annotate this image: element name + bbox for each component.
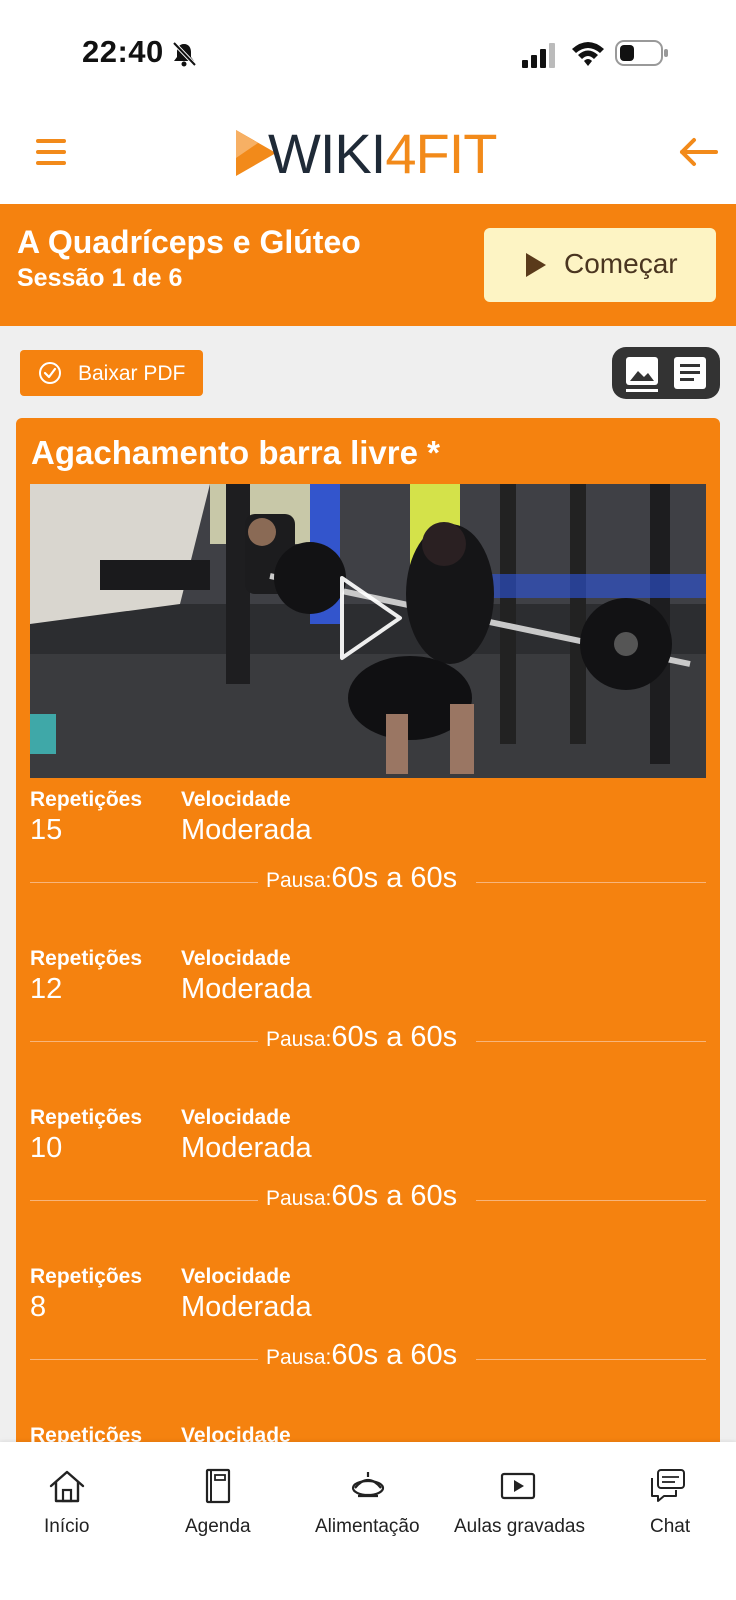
pause-text: Pausa:60s a 60s xyxy=(266,1021,458,1053)
repetitions-value: 10 xyxy=(30,1132,63,1164)
divider xyxy=(476,882,706,883)
bottom-navigation: Início Agenda Alimentação Aulas gravadas xyxy=(0,1442,736,1600)
start-button-label: Começar xyxy=(564,248,678,279)
speed-label: Velocidade xyxy=(181,788,291,811)
speed-label: Velocidade xyxy=(181,947,291,970)
view-mode-toggle xyxy=(612,347,720,399)
repetitions-label: Repetições xyxy=(30,947,143,970)
set-row: Repetições Velocidade 10 Moderada Pausa:… xyxy=(30,1106,706,1266)
divider xyxy=(30,882,258,883)
app-header: WIKI4FIT xyxy=(0,100,736,204)
home-icon xyxy=(49,1470,85,1503)
bell-muted-icon xyxy=(172,41,197,67)
set-row: Repetições Velocidade 12 Moderada Pausa:… xyxy=(30,947,706,1107)
video-icon xyxy=(500,1472,536,1500)
repetitions-value: 15 xyxy=(30,814,63,846)
set-row: Repetições Velocidade 8 Moderada Pausa:6… xyxy=(30,1265,706,1425)
divider xyxy=(476,1200,706,1201)
divider xyxy=(30,1041,258,1042)
session-counter: Sessão 1 de 6 xyxy=(17,264,183,292)
wifi-icon xyxy=(572,42,604,66)
nav-item-agenda[interactable]: Agenda xyxy=(150,1442,284,1562)
nav-label: Agenda xyxy=(185,1516,251,1537)
nav-label: Início xyxy=(44,1516,90,1537)
pause-text: Pausa:60s a 60s xyxy=(266,1339,458,1371)
content-area[interactable]: Baixar PDF Agachamento barra livre * Rep… xyxy=(0,326,736,1442)
speed-value: Moderada xyxy=(181,1291,312,1323)
repetitions-label: Repetições xyxy=(30,788,143,811)
speed-value: Moderada xyxy=(181,1132,312,1164)
divider xyxy=(30,1200,258,1201)
download-pdf-label: Baixar PDF xyxy=(78,362,186,385)
speed-value: Moderada xyxy=(181,814,312,846)
nav-label: Aulas gravadas xyxy=(454,1516,585,1537)
food-icon xyxy=(351,1472,385,1498)
download-pdf-button[interactable]: Baixar PDF xyxy=(20,350,203,396)
start-button[interactable]: Começar xyxy=(484,228,716,302)
battery-icon xyxy=(615,40,668,66)
image-view-icon[interactable] xyxy=(624,355,660,393)
check-circle-icon xyxy=(39,362,61,384)
status-time: 22:40 xyxy=(82,34,164,69)
exercise-title: Agachamento barra livre * xyxy=(31,434,440,471)
exercise-card: Agachamento barra livre * Repetições Vel… xyxy=(16,418,720,1442)
logo-text: WIKI4FIT xyxy=(268,122,497,185)
video-thumbnail xyxy=(30,484,706,778)
back-arrow-icon[interactable] xyxy=(676,130,722,174)
notebook-icon xyxy=(205,1468,231,1504)
chat-icon xyxy=(651,1469,685,1502)
app-logo: WIKI4FIT xyxy=(232,124,512,184)
speed-label: Velocidade xyxy=(181,1106,291,1129)
nav-item-alimentacao[interactable]: Alimentação xyxy=(300,1442,436,1562)
exercise-video[interactable] xyxy=(30,484,706,778)
speed-value: Moderada xyxy=(181,973,312,1005)
nav-label: Alimentação xyxy=(315,1516,420,1537)
set-row: Repetições Velocidade 15 Moderada Pausa:… xyxy=(30,788,706,948)
speed-label: Velocidade xyxy=(181,1424,291,1442)
workout-title: A Quadríceps e Glúteo xyxy=(17,224,361,260)
pause-row: Pausa:60s a 60s xyxy=(30,862,706,902)
signal-icon xyxy=(522,43,555,68)
divider xyxy=(30,1359,258,1360)
repetitions-label: Repetições xyxy=(30,1265,143,1288)
repetitions-label: Repetições xyxy=(30,1106,143,1129)
set-row: Repetições Velocidade xyxy=(30,1424,706,1442)
divider xyxy=(476,1041,706,1042)
menu-icon[interactable] xyxy=(30,133,74,173)
status-bar: 22:40 xyxy=(0,0,736,100)
pause-row: Pausa:60s a 60s xyxy=(30,1180,706,1220)
nav-label: Chat xyxy=(650,1516,691,1537)
pause-text: Pausa:60s a 60s xyxy=(266,1180,458,1212)
list-view-icon[interactable] xyxy=(672,355,708,393)
repetitions-label: Repetições xyxy=(30,1424,143,1442)
divider xyxy=(476,1359,706,1360)
pause-text: Pausa:60s a 60s xyxy=(266,862,458,894)
repetitions-value: 8 xyxy=(30,1291,47,1323)
nav-item-aulas-gravadas[interactable]: Aulas gravadas xyxy=(450,1442,586,1562)
nav-item-inicio[interactable]: Início xyxy=(0,1442,134,1562)
play-icon xyxy=(526,253,546,277)
workout-banner: A Quadríceps e Glúteo Sessão 1 de 6 Come… xyxy=(0,204,736,326)
repetitions-value: 12 xyxy=(30,973,63,1005)
pause-row: Pausa:60s a 60s xyxy=(30,1339,706,1379)
nav-item-chat[interactable]: Chat xyxy=(600,1442,736,1562)
speed-label: Velocidade xyxy=(181,1265,291,1288)
pause-row: Pausa:60s a 60s xyxy=(30,1021,706,1061)
